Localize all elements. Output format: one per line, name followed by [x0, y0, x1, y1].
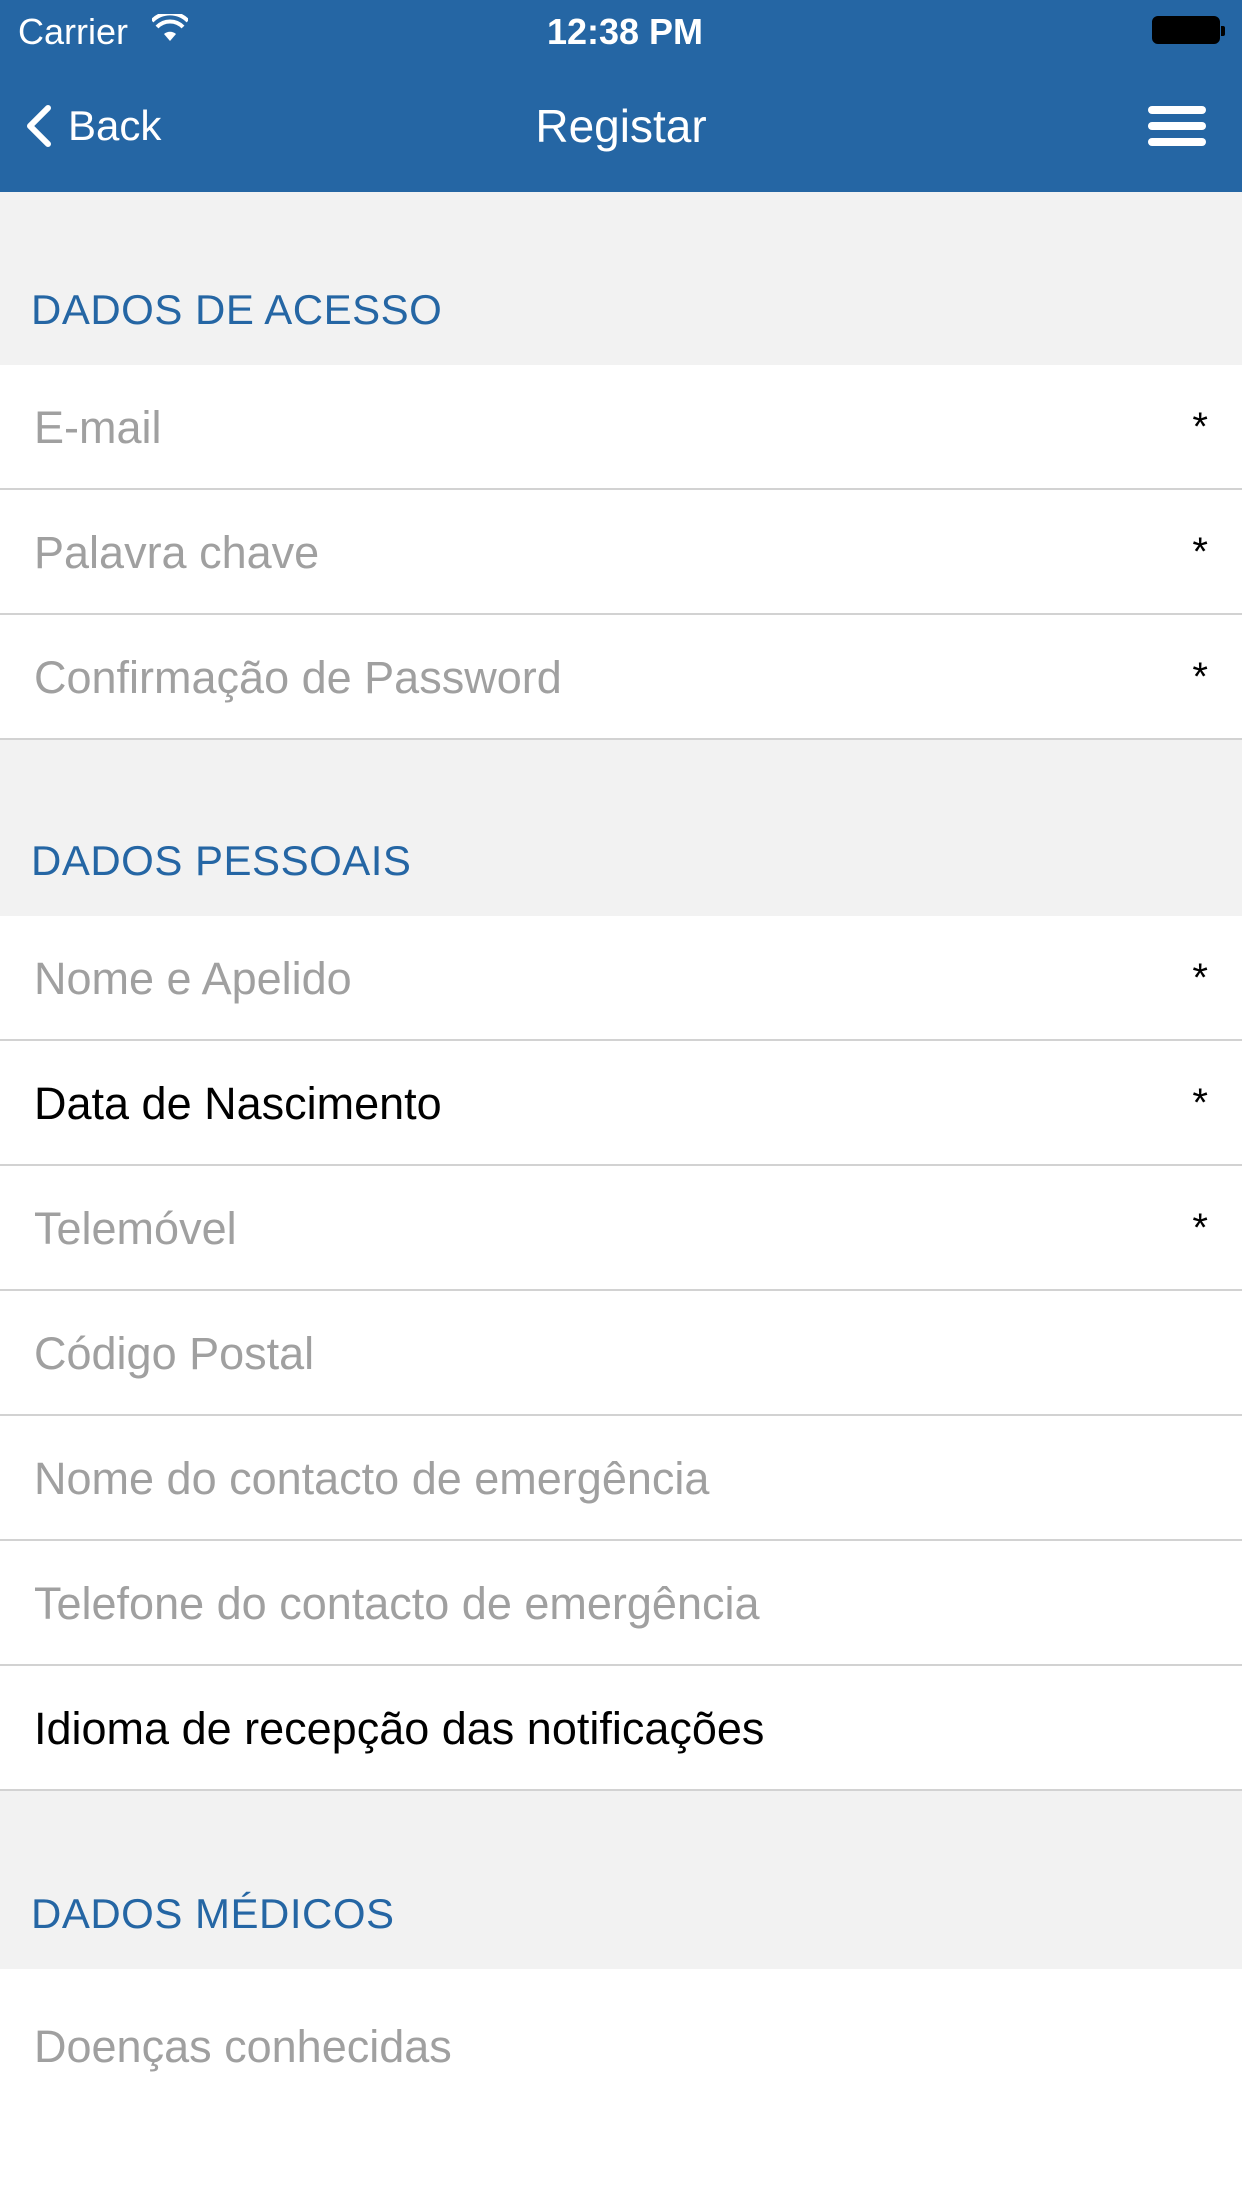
emergency-phone-row[interactable] — [0, 1541, 1242, 1666]
birthdate-row[interactable]: Data de Nascimento * — [0, 1041, 1242, 1166]
email-row[interactable]: * — [0, 365, 1242, 490]
battery-icon — [1152, 16, 1225, 44]
navigation-bar: Back Registar — [0, 62, 1242, 192]
notification-language-label: Idioma de recepção das notificações — [34, 1703, 765, 1754]
hamburger-menu-icon[interactable] — [1148, 102, 1206, 152]
known-diseases-field[interactable] — [34, 2019, 1134, 2075]
section-header-personal: DADOS PESSOAIS — [0, 740, 1242, 916]
required-marker: * — [1192, 1081, 1208, 1125]
birthdate-label: Data de Nascimento — [34, 1078, 442, 1129]
name-row[interactable]: * — [0, 916, 1242, 1041]
email-field[interactable] — [34, 400, 1134, 456]
emergency-contact-name-field[interactable] — [34, 1451, 1134, 1507]
mobile-row[interactable]: * — [0, 1166, 1242, 1291]
postal-code-row[interactable] — [0, 1291, 1242, 1416]
password-row[interactable]: * — [0, 490, 1242, 615]
required-marker: * — [1192, 530, 1208, 574]
emergency-contact-phone-field[interactable] — [34, 1576, 1134, 1632]
required-marker: * — [1192, 655, 1208, 699]
postal-code-field[interactable] — [34, 1326, 1134, 1382]
section-title-personal: DADOS PESSOAIS — [31, 837, 412, 884]
register-screen: Carrier 12:38 PM Back Registar DADOS DE … — [0, 0, 1242, 2208]
confirm-password-row[interactable]: * — [0, 615, 1242, 740]
section-header-medical: DADOS MÉDICOS — [0, 1791, 1242, 1969]
status-time: 12:38 PM — [546, 11, 704, 52]
required-marker: * — [1192, 956, 1208, 1000]
known-diseases-row[interactable] — [0, 1969, 1242, 2149]
notification-language-row[interactable]: Idioma de recepção das notificações — [0, 1666, 1242, 1791]
form-bottom-area — [0, 2149, 1242, 2208]
confirm-password-field[interactable] — [34, 650, 1134, 706]
name-field[interactable] — [34, 951, 1134, 1007]
section-header-access: DADOS DE ACESSO — [0, 192, 1242, 365]
status-bar: Carrier 12:38 PM — [0, 0, 1242, 62]
required-marker: * — [1192, 1206, 1208, 1250]
section-title-access: DADOS DE ACESSO — [31, 286, 443, 333]
emergency-name-row[interactable] — [0, 1416, 1242, 1541]
page-title: Registar — [535, 100, 707, 152]
mobile-field[interactable] — [34, 1201, 1134, 1257]
required-marker: * — [1192, 405, 1208, 449]
top-bar: Carrier 12:38 PM Back Registar — [0, 0, 1242, 192]
password-field[interactable] — [34, 525, 1134, 581]
section-title-medical: DADOS MÉDICOS — [31, 1890, 395, 1937]
